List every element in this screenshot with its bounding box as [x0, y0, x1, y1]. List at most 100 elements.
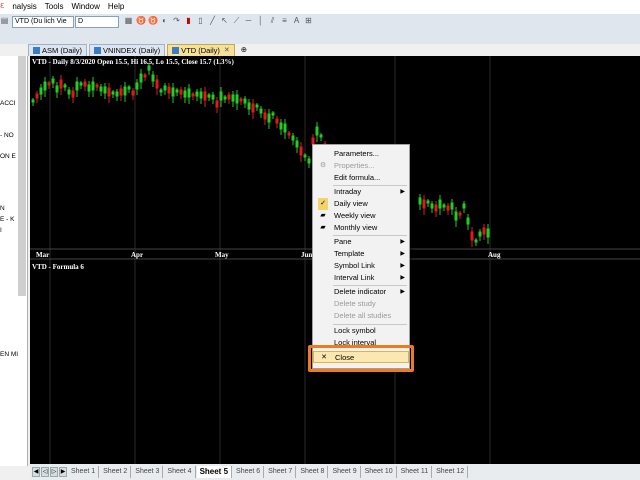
- menu-item-edit-formula[interactable]: Edit formula...: [313, 172, 409, 184]
- candle-body: [83, 81, 87, 87]
- close-tab-icon[interactable]: ✕: [224, 45, 230, 57]
- tab-label: VTD (Daily): [181, 45, 220, 55]
- sheet-tab[interactable]: Sheet 3: [132, 466, 164, 478]
- app-icon: ℇ: [0, 3, 5, 10]
- menu-item-label: Daily view: [334, 199, 368, 208]
- candle-body: [438, 199, 442, 209]
- sheet-tab[interactable]: Sheet 1: [68, 466, 100, 478]
- text-icon[interactable]: A: [292, 16, 301, 26]
- tab-asm[interactable]: ASM (Daily): [28, 44, 88, 56]
- menu-item-delete-all-studies[interactable]: Delete all studies: [313, 310, 409, 322]
- sidebar-scrollbar[interactable]: [18, 56, 26, 296]
- menu-item-parameters[interactable]: Parameters...: [313, 148, 409, 160]
- first-sheet-button[interactable]: ◀: [32, 467, 40, 477]
- line-icon[interactable]: ╱: [208, 16, 217, 26]
- vertical-line-icon[interactable]: │: [256, 16, 265, 26]
- lock-icon[interactable]: ▯: [196, 16, 205, 26]
- candle-body: [287, 132, 291, 136]
- menu-help[interactable]: Help: [108, 0, 124, 14]
- document-tabs: ASM (Daily) VNINDEX (Daily) VTD (Daily) …: [28, 44, 640, 56]
- sheet-tab[interactable]: Sheet 4: [164, 466, 196, 478]
- candle-body: [79, 82, 83, 86]
- grid-icon[interactable]: ⊞: [304, 16, 313, 26]
- menu-item-daily-view[interactable]: ✓ Daily view: [313, 198, 409, 210]
- sidebar-item[interactable]: EN MI: [0, 351, 18, 358]
- candle-body: [486, 228, 490, 238]
- menu-item-template[interactable]: Template ▶: [313, 248, 409, 260]
- menu-item-label: Delete study: [334, 299, 376, 308]
- candle-body: [139, 73, 143, 83]
- horizontal-line-icon[interactable]: ─: [244, 16, 253, 26]
- menu-item-delete-indicator[interactable]: Delete indicator ▶: [313, 286, 409, 298]
- sheet-tab[interactable]: Sheet 8: [297, 466, 329, 478]
- candle-body: [299, 146, 303, 156]
- candle-body: [466, 217, 470, 225]
- month-tick: Mar: [36, 251, 49, 259]
- next-sheet-button[interactable]: ▷: [50, 467, 58, 477]
- chart-header: VTD - Daily 8/3/2020 Open 15.5, Hi 16.5,…: [32, 58, 235, 66]
- menu-item-weekly-view[interactable]: ▰ Weekly view: [313, 210, 409, 222]
- candle-body: [183, 90, 187, 98]
- candle-body: [111, 91, 115, 95]
- menu-item-interval-link[interactable]: Interval Link ▶: [313, 272, 409, 284]
- candle-body: [107, 87, 111, 97]
- menu-item-label: Interval Link: [334, 273, 375, 282]
- month-tick: Jun: [301, 251, 312, 259]
- candle-body: [159, 89, 163, 93]
- sheet-tab[interactable]: Sheet 7: [265, 466, 297, 478]
- menu-item-monthly-view[interactable]: ▰ Monthly view: [313, 222, 409, 234]
- ray-icon[interactable]: ⟋: [232, 16, 241, 26]
- redo-icon[interactable]: ↷: [172, 16, 181, 26]
- sidebar-item[interactable]: ACCI: [0, 100, 16, 107]
- cursor-icon[interactable]: ↖: [220, 16, 229, 26]
- prev-sheet-button[interactable]: ◁: [41, 467, 49, 477]
- sheet-tab[interactable]: Sheet 9: [329, 466, 361, 478]
- sheet-tab[interactable]: Sheet 2: [100, 466, 132, 478]
- menu-item-label: Delete all studies: [334, 311, 392, 320]
- sheet-tab[interactable]: Sheet 10: [362, 466, 397, 478]
- candle-body: [67, 89, 71, 95]
- menu-item-intraday[interactable]: Intraday ▶: [313, 186, 409, 198]
- candle-icon[interactable]: ▮: [184, 16, 193, 26]
- sheet-tab-active[interactable]: Sheet 5: [196, 466, 233, 478]
- channel-icon[interactable]: ⫽: [268, 16, 277, 26]
- month-tick: Apr: [131, 251, 143, 259]
- sidebar-item[interactable]: - NO: [0, 132, 14, 139]
- zoom-icon[interactable]: ◐: [160, 16, 169, 26]
- tab-vnindex[interactable]: VNINDEX (Daily): [89, 44, 166, 56]
- menu-item-symbol-link[interactable]: Symbol Link ▶: [313, 260, 409, 272]
- symbol-icon[interactable]: ▤: [0, 16, 9, 26]
- sidebar-item[interactable]: E - K: [0, 216, 14, 223]
- sheet-tab[interactable]: Sheet 12: [433, 466, 469, 478]
- menu-item-pane[interactable]: Pane ▶: [313, 236, 409, 248]
- candle-body: [115, 91, 119, 97]
- sidebar-item[interactable]: I: [0, 227, 2, 234]
- submenu-arrow-icon: ▶: [400, 189, 405, 195]
- menu-analysis[interactable]: nalysis: [12, 0, 36, 14]
- bull-icon[interactable]: ♉: [136, 16, 146, 26]
- menu-window[interactable]: Window: [71, 0, 99, 14]
- tab-vtd[interactable]: VTD (Daily) ✕: [167, 44, 235, 56]
- menu-item-lock-symbol[interactable]: Lock symbol: [313, 325, 409, 337]
- candle-body: [35, 93, 39, 99]
- new-tab-button[interactable]: ⊕: [237, 44, 251, 56]
- bear-icon[interactable]: ♉: [148, 16, 158, 26]
- menu-item-properties[interactable]: ⚙ Properties...: [313, 160, 409, 172]
- sheet-tab[interactable]: Sheet 6: [233, 466, 265, 478]
- fib-icon[interactable]: ≡: [280, 16, 289, 26]
- candle-body: [251, 103, 255, 113]
- toolbar-buttons: ▦ ♉ ♉ ◐ ↷ ▮ ▯ ╱ ↖ ⟋ ─ │ ⫽ ≡ A ⊞: [124, 16, 313, 28]
- symbol-combo[interactable]: VTD (Du lich Vie: [12, 16, 74, 28]
- menu-item-label: Template: [334, 249, 365, 258]
- candle-body: [279, 122, 283, 130]
- sheet-tab[interactable]: Sheet 11: [398, 466, 433, 478]
- menu-item-delete-study[interactable]: Delete study: [313, 298, 409, 310]
- interval-combo[interactable]: D: [75, 16, 119, 28]
- print-icon[interactable]: ▦: [124, 16, 133, 26]
- sidebar-item[interactable]: N: [0, 205, 5, 212]
- candle-body: [187, 88, 191, 98]
- candle-body: [243, 98, 247, 104]
- menu-tools[interactable]: Tools: [45, 0, 64, 14]
- sidebar-item[interactable]: ON E: [0, 153, 16, 160]
- last-sheet-button[interactable]: ▶: [59, 467, 67, 477]
